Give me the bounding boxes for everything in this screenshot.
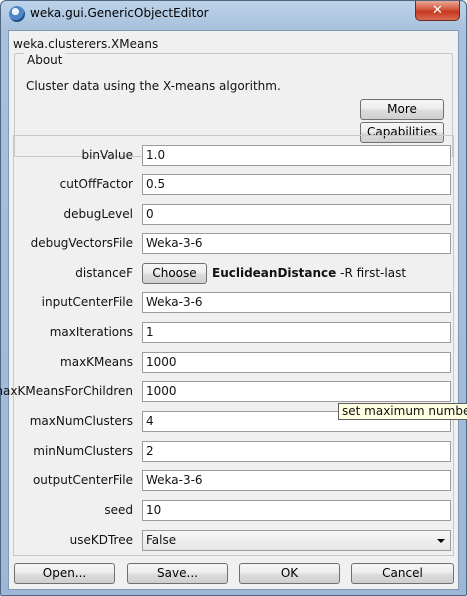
property-row-maxiterations: maxIterations 1 xyxy=(14,322,453,344)
property-row-maxkmeans: maxKMeans 1000 xyxy=(14,352,453,374)
debugvectorsfile-field[interactable]: Weka-3-6 xyxy=(142,233,451,254)
window-title: weka.gui.GenericObjectEditor xyxy=(30,6,209,20)
close-button[interactable]: ✕ xyxy=(415,1,460,21)
chevron-down-icon[interactable] xyxy=(437,539,445,543)
properties-panel: binValue 1.0 cutOffFactor 0.5 debugLevel… xyxy=(0,135,454,556)
seed-field[interactable]: 10 xyxy=(142,500,451,521)
property-row-seed: seed 10 xyxy=(14,500,453,522)
property-row-minnumclusters: minNumClusters 2 xyxy=(14,441,453,463)
property-row-usekdtree: useKDTree False xyxy=(14,530,453,552)
property-row-maxkmeansforchildren: maxKMeansForChildren 1000 xyxy=(0,381,453,403)
save-button[interactable]: Save... xyxy=(127,563,228,584)
distancef-choose-button[interactable]: Choose xyxy=(142,263,207,284)
outputcenterfile-label: outputCenterFile xyxy=(32,473,133,487)
usekdtree-label: useKDTree xyxy=(69,533,133,547)
usekdtree-selected-value: False xyxy=(146,533,177,547)
open-button[interactable]: Open... xyxy=(14,563,115,584)
cancel-button[interactable]: Cancel xyxy=(351,563,454,584)
minnumclusters-label: minNumClusters xyxy=(33,444,133,458)
outputcenterfile-field[interactable]: Weka-3-6 xyxy=(142,470,451,491)
property-row-binvalue: binValue 1.0 xyxy=(14,145,453,167)
cutofffactor-field[interactable]: 0.5 xyxy=(142,174,451,195)
property-row-inputcenterfile: inputCenterFile Weka-3-6 xyxy=(14,292,453,314)
maxiterations-field[interactable]: 1 xyxy=(142,322,451,343)
distance-class-name: EuclideanDistance xyxy=(212,266,337,280)
usekdtree-select[interactable]: False xyxy=(142,530,451,551)
maxkmeans-label: maxKMeans xyxy=(60,355,133,369)
ok-button[interactable]: OK xyxy=(239,563,340,584)
debugvectorsfile-label: debugVectorsFile xyxy=(30,236,133,250)
binvalue-label: binValue xyxy=(81,148,133,162)
property-row-debugvectorsfile: debugVectorsFile Weka-3-6 xyxy=(14,233,453,255)
property-row-debuglevel: debugLevel 0 xyxy=(14,204,453,226)
title-bar[interactable]: weka.gui.GenericObjectEditor ✕ xyxy=(1,1,466,27)
editor-window: weka.gui.GenericObjectEditor ✕ weka.clus… xyxy=(0,0,467,596)
more-button[interactable]: More xyxy=(360,99,444,120)
inputcenterfile-field[interactable]: Weka-3-6 xyxy=(142,292,451,313)
maxnumclusters-label: maxNumClusters xyxy=(29,414,133,428)
tooltip: set maximum number xyxy=(338,403,467,420)
inputcenterfile-label: inputCenterFile xyxy=(41,295,133,309)
maxkmeans-field[interactable]: 1000 xyxy=(142,352,451,373)
seed-label: seed xyxy=(104,503,133,517)
minnumclusters-field[interactable]: 2 xyxy=(142,441,451,462)
about-description: Cluster data using the X-means algorithm… xyxy=(26,79,281,93)
distancef-label: distanceF xyxy=(75,266,133,280)
maxiterations-label: maxIterations xyxy=(49,325,133,339)
property-row-distancef: distanceF Choose EuclideanDistance -R fi… xyxy=(14,263,453,285)
editor-client-area: weka.clusterers.XMeans About Cluster dat… xyxy=(0,30,459,590)
weka-app-icon xyxy=(9,6,25,22)
distance-options: -R first-last xyxy=(340,266,407,280)
property-row-outputcenterfile: outputCenterFile Weka-3-6 xyxy=(14,470,453,492)
maxkmeansforchildren-label: maxKMeansForChildren xyxy=(0,384,133,398)
debuglevel-field[interactable]: 0 xyxy=(142,204,451,225)
binvalue-field[interactable]: 1.0 xyxy=(142,145,451,166)
debuglevel-label: debugLevel xyxy=(63,207,133,221)
close-icon: ✕ xyxy=(432,3,443,18)
clusterer-class-name: weka.clusterers.XMeans xyxy=(13,37,159,51)
dialog-button-bar: Open... Save... OK Cancel xyxy=(9,561,458,585)
property-row-cutofffactor: cutOffFactor 0.5 xyxy=(14,174,453,196)
about-title: About xyxy=(24,53,66,67)
cutofffactor-label: cutOffFactor xyxy=(59,177,133,191)
distancef-value[interactable]: EuclideanDistance -R first-last xyxy=(212,266,406,280)
maxkmeansforchildren-field[interactable]: 1000 xyxy=(142,381,451,402)
